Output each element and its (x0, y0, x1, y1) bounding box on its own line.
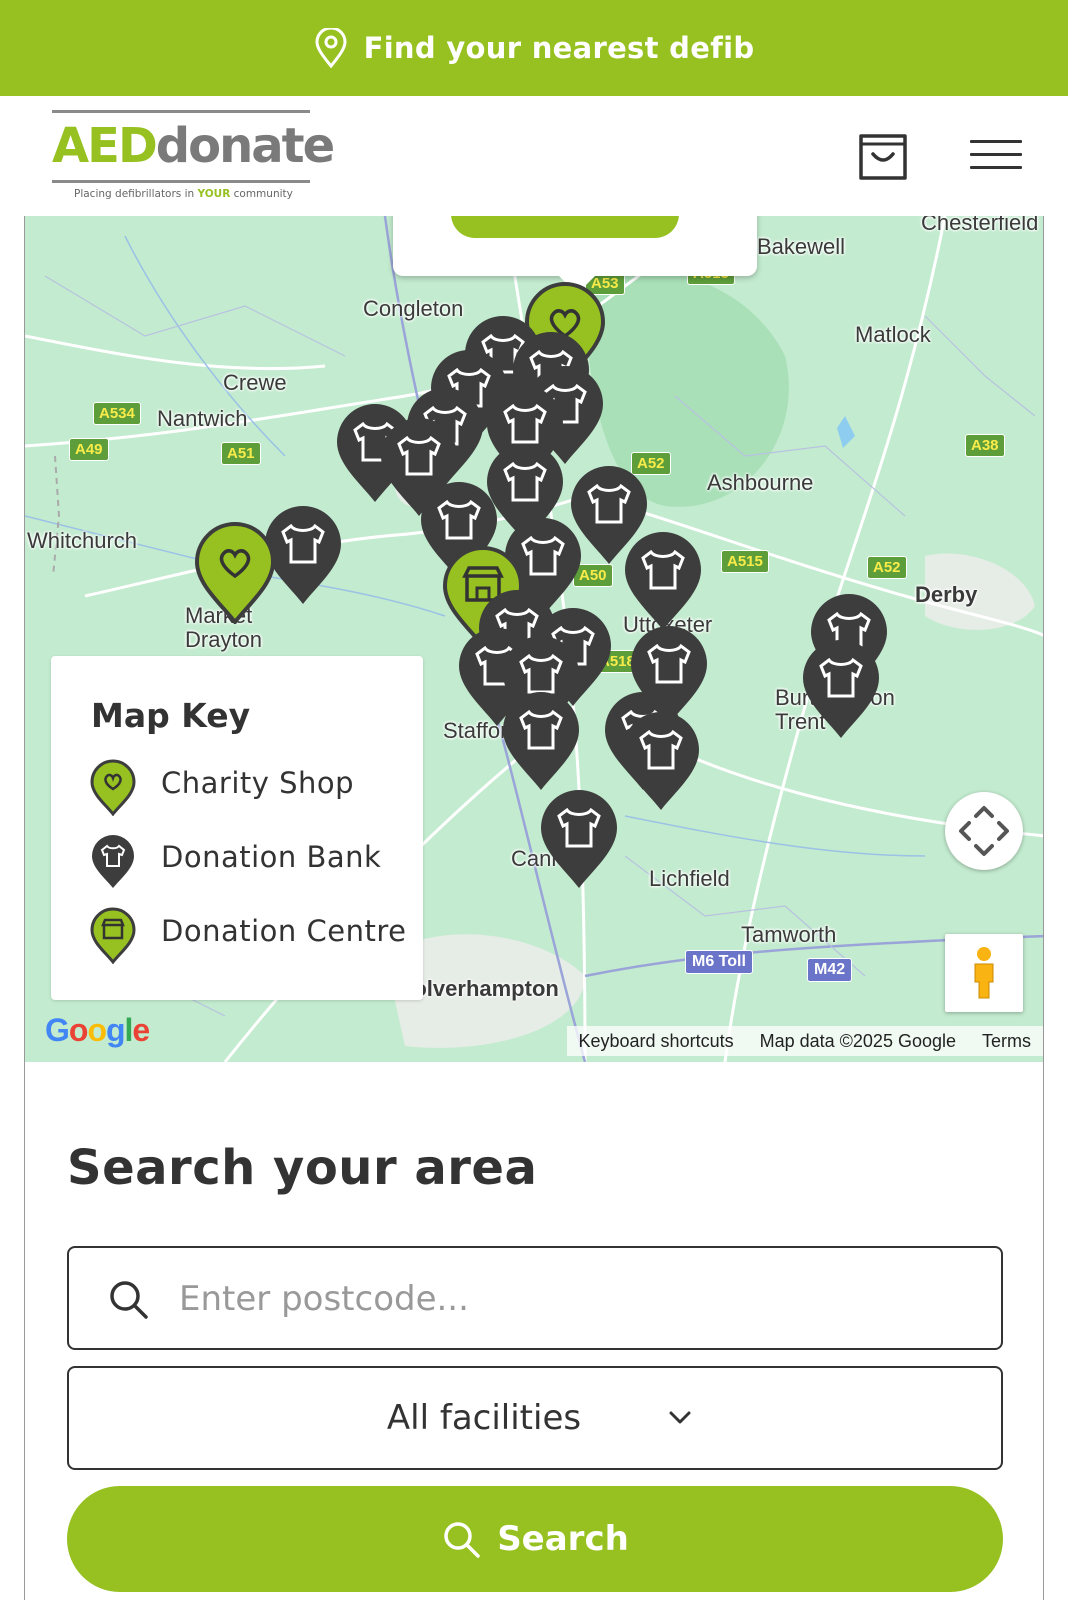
store-marker-icon (90, 907, 136, 964)
logo-wordmark: AEDdonate (52, 118, 335, 174)
map-data-attribution: Map data ©2025 Google (759, 1030, 956, 1051)
keyboard-shortcuts-link[interactable]: Keyboard shortcuts (579, 1031, 734, 1052)
key-item-donation-bank: Donation Bank (89, 832, 409, 892)
postcode-input[interactable] (179, 1266, 979, 1332)
key-item-donation-centre: Donation Centre (89, 906, 409, 966)
key-label: Donation Centre (161, 914, 407, 948)
road-badge: A49 (69, 438, 109, 461)
place-label: Whitchurch (27, 528, 138, 553)
place-label: Ashbourne (707, 470, 814, 495)
key-label: Donation Bank (161, 840, 382, 874)
search-button-label: Search (497, 1519, 629, 1559)
key-label: Charity Shop (161, 766, 355, 800)
logo-tagline: Placing defibrillators in YOUR community (74, 188, 293, 200)
road-badge: A51 (221, 442, 261, 465)
motorway-badge: M6 Toll (685, 950, 753, 974)
search-icon (444, 1522, 480, 1558)
place-label: Nantwich (157, 406, 248, 431)
place-label: Bakewell (757, 234, 846, 259)
tshirt-marker-icon (92, 835, 134, 888)
pegman-icon (974, 947, 994, 999)
road-badge: A52 (867, 556, 907, 579)
popup-button[interactable] (451, 216, 679, 238)
site-header: AEDdonate Placing defibrillators in YOUR… (0, 96, 1068, 216)
facility-select[interactable]: All facilities (67, 1366, 1003, 1470)
map-key-title: Map Key (91, 696, 251, 735)
place-label: Chesterfield (921, 216, 1039, 235)
road-badge: A534 (93, 402, 141, 425)
search-title: Search your area (67, 1140, 538, 1196)
google-logo: Google (45, 1012, 150, 1048)
motorway-badge: M42 (807, 958, 853, 982)
place-label: Tamworth (741, 922, 837, 947)
marker-info-popup[interactable] (393, 216, 757, 294)
chevron-down-icon (669, 1411, 691, 1424)
donation-bank-marker[interactable] (535, 784, 623, 890)
postcode-search-field[interactable] (67, 1246, 1003, 1350)
banner-text: Find your nearest defib (363, 31, 755, 65)
donation-bank-marker[interactable] (619, 526, 707, 632)
shopping-bag-icon[interactable] (856, 126, 910, 184)
search-button[interactable]: Search (67, 1486, 1003, 1592)
road-badge: A38 (965, 434, 1005, 457)
donation-bank-marker[interactable] (797, 634, 885, 740)
donation-bank-marker[interactable] (497, 686, 585, 792)
donation-bank-marker[interactable] (617, 706, 705, 812)
place-label: Lichfield (649, 866, 730, 891)
fullscreen-toggle[interactable] (945, 792, 1023, 870)
map-pin-icon (315, 28, 347, 68)
place-label: Crewe (223, 370, 287, 395)
heart-marker-icon (90, 759, 136, 816)
charity-shop-marker[interactable] (191, 518, 279, 624)
street-view-pegman[interactable] (945, 934, 1023, 1012)
key-item-charity-shop: Charity Shop (89, 758, 409, 818)
fullscreen-icon (959, 806, 1009, 856)
road-badge: A515 (721, 550, 769, 573)
place-label: Matlock (855, 322, 931, 347)
map-key-panel: Map Key Charity Shop Donation Bank Donat… (51, 656, 423, 1000)
map-footer: Keyboard shortcuts Map data ©2025 Google… (566, 1026, 1043, 1056)
terms-link[interactable]: Terms (982, 1031, 1031, 1052)
find-defib-banner[interactable]: Find your nearest defib (0, 0, 1068, 96)
logo-bar (52, 110, 310, 113)
aed-donate-logo[interactable]: AEDdonate Placing defibrillators in YOUR… (52, 110, 335, 206)
logo-bar (52, 180, 310, 183)
place-label: Congleton (363, 296, 464, 321)
search-icon (110, 1281, 148, 1319)
place-label: Derby (915, 582, 978, 607)
facility-map[interactable]: Chesterfield Bakewell Congleton Matlock … (24, 216, 1044, 1062)
hamburger-menu-icon[interactable] (970, 140, 1022, 174)
search-section: Search your area All facilities Search (24, 1062, 1044, 1600)
facility-selected-value: All facilities (386, 1398, 582, 1438)
